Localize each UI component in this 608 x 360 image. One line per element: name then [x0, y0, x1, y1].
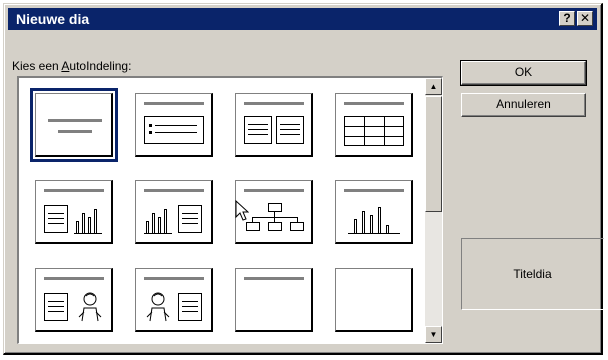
title-bar[interactable]: Nieuwe dia ? ✕: [8, 8, 597, 30]
layout-preview-label: Titeldia: [513, 267, 552, 281]
layout-text-and-chart[interactable]: [35, 180, 113, 244]
mouse-pointer-icon: [235, 200, 249, 221]
layout-chart[interactable]: [335, 180, 413, 244]
layout-two-column-text[interactable]: [235, 93, 313, 157]
scroll-down-button[interactable]: ▼: [425, 326, 442, 343]
layout-gallery[interactable]: ▲ ▼: [17, 76, 443, 344]
layout-title-only[interactable]: [235, 268, 313, 332]
scroll-thumb[interactable]: [425, 96, 442, 212]
gallery-scrollbar[interactable]: ▲ ▼: [425, 78, 442, 343]
layout-preview: Titeldia: [461, 238, 604, 310]
autolayout-label-suffix: utoIndeling:: [69, 59, 132, 73]
cancel-button[interactable]: Annuleren: [461, 93, 586, 117]
ok-button[interactable]: OK: [460, 60, 587, 86]
scroll-up-button[interactable]: ▲: [425, 78, 442, 95]
close-button[interactable]: ✕: [577, 11, 593, 26]
layout-bulleted-list[interactable]: [135, 93, 213, 157]
clip-art-person-icon: [146, 292, 170, 322]
layout-title-slide[interactable]: [30, 88, 118, 162]
layout-blank[interactable]: [335, 268, 413, 332]
clip-art-person-icon: [78, 292, 102, 322]
layout-chart-and-text[interactable]: [135, 180, 213, 244]
autolayout-label-prefix: Kies een: [12, 59, 62, 73]
window-title: Nieuwe dia: [16, 11, 90, 27]
layout-text-and-clip-art[interactable]: [35, 268, 113, 332]
help-button[interactable]: ?: [559, 11, 575, 26]
layout-table[interactable]: [335, 93, 413, 157]
layout-clip-art-and-text[interactable]: [135, 268, 213, 332]
autolayout-label: Kies een AutoIndeling:: [12, 59, 131, 73]
